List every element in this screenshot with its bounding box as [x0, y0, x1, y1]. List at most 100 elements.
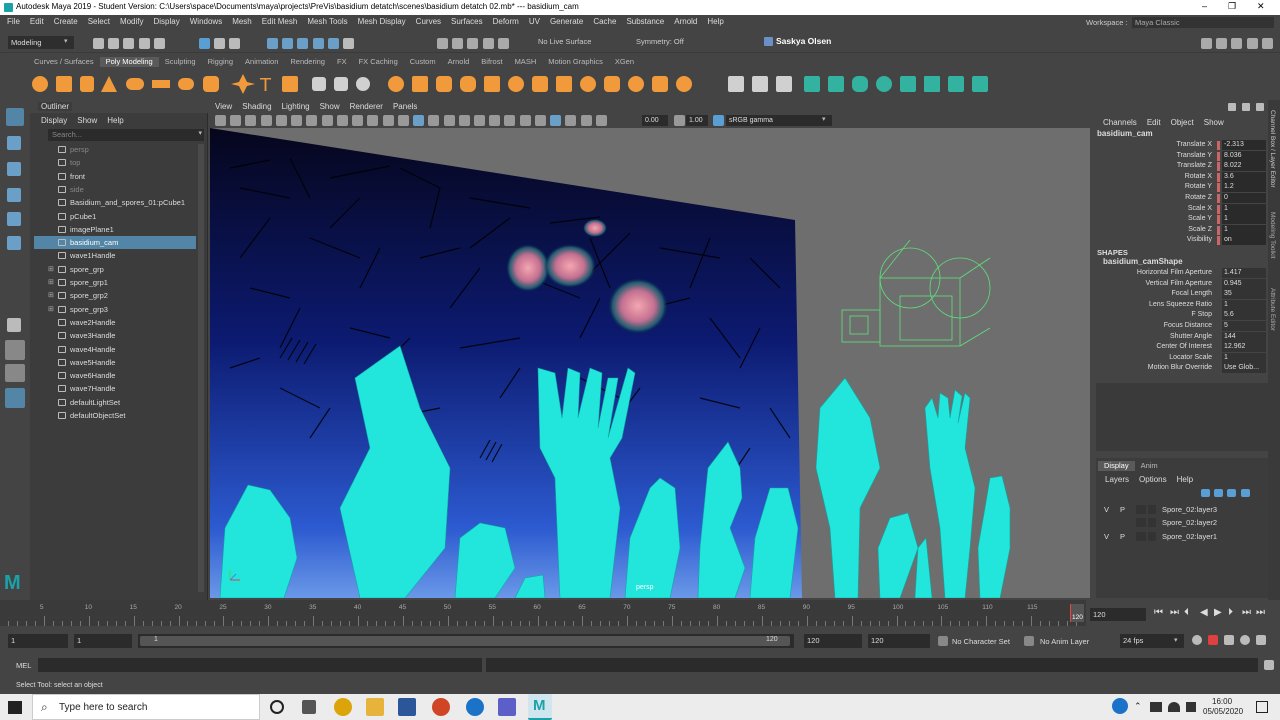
- grease-pencil-icon[interactable]: [275, 115, 287, 126]
- playback-start-field[interactable]: 1: [74, 634, 132, 648]
- taskbar-search-box[interactable]: ⌕ Type here to search: [32, 694, 260, 720]
- side-tab-channel-box[interactable]: Channel Box / Layer Editor: [1269, 110, 1276, 188]
- play-backward-icon[interactable]: ◀: [1200, 607, 1208, 618]
- redo-icon[interactable]: [153, 38, 165, 49]
- expand-icon[interactable]: ⊞: [48, 276, 56, 289]
- side-tab-attribute-editor[interactable]: Attribute Editor: [1269, 288, 1276, 331]
- grid-icon[interactable]: [291, 115, 303, 126]
- new-layer-selected-icon[interactable]: [1240, 488, 1250, 497]
- playback-end-field[interactable]: 120: [804, 634, 862, 648]
- command-input[interactable]: [38, 658, 482, 672]
- wireframe-icon[interactable]: [397, 115, 409, 126]
- xray-icon[interactable]: [550, 115, 562, 126]
- bookmark-icon[interactable]: [245, 115, 257, 126]
- layer-menu-help[interactable]: Help: [1172, 473, 1198, 487]
- outliner-menu-show[interactable]: Show: [72, 114, 102, 128]
- time-slider[interactable]: 5 10 15 20 25 30 35 40 45 50 55 60 65 70 75 80 85 90 95 100…: [0, 600, 1086, 626]
- lasso-tool-icon[interactable]: [7, 136, 21, 150]
- layer-menu-layers[interactable]: Layers: [1100, 473, 1134, 487]
- shape-attr-value[interactable]: 144: [1222, 331, 1266, 342]
- layer-playback-toggle[interactable]: P: [1120, 503, 1130, 516]
- teams-icon[interactable]: [498, 698, 516, 716]
- snap-view-icon[interactable]: [312, 38, 324, 49]
- menu-curves[interactable]: Curves: [411, 15, 446, 29]
- shape-attr-row[interactable]: Center Of Interest 12.962: [1100, 342, 1268, 353]
- shelf-tab-motion-graphics[interactable]: Motion Graphics: [542, 57, 609, 67]
- volume-icon[interactable]: [1186, 702, 1196, 712]
- powerpoint-icon[interactable]: [432, 698, 450, 716]
- outliner-item[interactable]: wave6Handle: [34, 369, 196, 382]
- outliner-scrollbar[interactable]: [198, 144, 204, 592]
- color-management-icon[interactable]: [713, 115, 724, 126]
- layer-tab-anim[interactable]: Anim: [1135, 461, 1164, 471]
- viewport-menu-view[interactable]: View: [210, 100, 237, 114]
- move-tool-icon[interactable]: [7, 188, 21, 202]
- exposure-field[interactable]: 0.00: [642, 115, 668, 126]
- move-layer-up-icon[interactable]: [1201, 488, 1210, 497]
- snap-point-icon[interactable]: [297, 38, 309, 49]
- layer-type-toggle[interactable]: [1136, 531, 1146, 541]
- safe-action-icon[interactable]: [367, 115, 379, 126]
- outliner-item[interactable]: defaultLightSet: [34, 396, 196, 409]
- panel-float-icon[interactable]: [1242, 103, 1250, 111]
- outliner-item[interactable]: wave7Handle: [34, 382, 196, 395]
- outliner-item[interactable]: ⊞ spore_grp2: [34, 289, 196, 302]
- layer-visibility-toggle[interactable]: V: [1104, 530, 1114, 543]
- channel-attr-value[interactable]: 1.2: [1222, 182, 1266, 193]
- menu-mesh-tools[interactable]: Mesh Tools: [302, 15, 352, 29]
- expand-icon[interactable]: ⊞: [48, 263, 56, 276]
- move-layer-down-icon[interactable]: [1214, 488, 1224, 497]
- animation-prefs-icon[interactable]: [1256, 635, 1266, 645]
- save-scene-icon[interactable]: [123, 38, 135, 49]
- menu-windows[interactable]: Windows: [185, 15, 227, 29]
- outliner-item[interactable]: side: [34, 183, 196, 196]
- viewport-menu-panels[interactable]: Panels: [388, 100, 422, 114]
- outliner-item[interactable]: Basidium_and_spores_01:pCube1: [34, 196, 196, 209]
- range-slider-handle[interactable]: [140, 636, 790, 646]
- shelf-tab-fx-caching[interactable]: FX Caching: [353, 57, 404, 67]
- channel-menu-object[interactable]: Object: [1166, 116, 1199, 130]
- layer-row[interactable]: Spore_02:layer2: [1100, 516, 1268, 529]
- shadows-icon[interactable]: [473, 115, 485, 126]
- go-to-end-icon[interactable]: ⏭: [1256, 607, 1265, 618]
- minimize-button[interactable]: –: [1202, 1, 1207, 11]
- shelf-tab-sculpting[interactable]: Sculpting: [159, 57, 202, 67]
- windows-start-icon[interactable]: [8, 701, 22, 714]
- layer-color-swatch[interactable]: [1148, 531, 1156, 541]
- shape-attr-value[interactable]: 35: [1222, 289, 1266, 300]
- channel-attr-row[interactable]: Rotate X 3.6: [1100, 171, 1268, 183]
- motion-blur-icon[interactable]: [504, 115, 516, 126]
- channel-object-name[interactable]: basidium_cam: [1097, 129, 1153, 138]
- shape-attr-row[interactable]: Horizontal Film Aperture 1.417: [1100, 268, 1268, 279]
- outliner-item[interactable]: wave2Handle: [34, 316, 196, 329]
- shape-attr-row[interactable]: Focal Length 35: [1100, 289, 1268, 300]
- menu-deform[interactable]: Deform: [488, 15, 524, 29]
- render-settings-icon[interactable]: [482, 38, 494, 49]
- gamma-field[interactable]: 1.00: [686, 115, 708, 126]
- shape-attr-row[interactable]: F Stop 5.6: [1100, 310, 1268, 321]
- camera-attributes-icon[interactable]: [230, 115, 242, 126]
- viewport-menu-lighting[interactable]: Lighting: [277, 100, 315, 114]
- outliner-item[interactable]: wave4Handle: [34, 343, 196, 356]
- shape-attr-value[interactable]: 0.945: [1222, 278, 1266, 289]
- word-icon[interactable]: [398, 698, 416, 716]
- shelf-tab-xgen[interactable]: XGen: [609, 57, 640, 67]
- outliner-item[interactable]: wave3Handle: [34, 329, 196, 342]
- menu-display[interactable]: Display: [149, 15, 185, 29]
- gate-mask-icon[interactable]: [336, 115, 348, 126]
- outliner-item[interactable]: wave1Handle: [34, 249, 196, 262]
- loop-icon[interactable]: [1192, 635, 1202, 645]
- channel-attr-row[interactable]: Scale Y 1: [1100, 214, 1268, 225]
- layout-channel-icon[interactable]: [1246, 38, 1258, 49]
- outliner-item[interactable]: front: [34, 170, 196, 183]
- textured-icon[interactable]: [443, 115, 455, 126]
- snap-grid-icon[interactable]: [267, 38, 278, 49]
- network-icon[interactable]: [1150, 702, 1162, 712]
- layout-attr-icon[interactable]: [1261, 38, 1273, 49]
- anim-layer-select[interactable]: No Anim Layer: [1040, 637, 1089, 646]
- shelf-tab-rendering[interactable]: Rendering: [284, 57, 331, 67]
- go-to-start-icon[interactable]: ⏮: [1154, 607, 1163, 618]
- outliner-item[interactable]: imagePlane1: [34, 223, 196, 236]
- channel-attr-value[interactable]: 1: [1222, 214, 1266, 225]
- layer-tab-display[interactable]: Display: [1098, 461, 1135, 471]
